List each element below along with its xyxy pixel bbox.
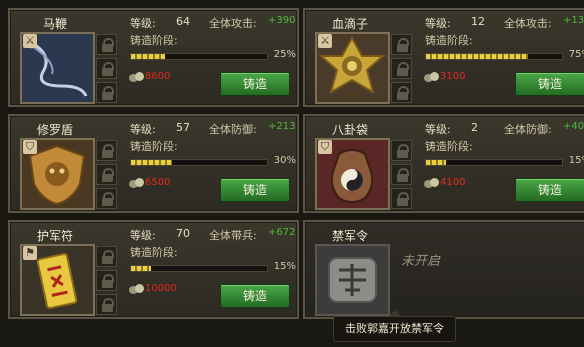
unlock-hint-tooltip: 击败郭嘉开放禁军令	[333, 310, 456, 342]
item-panel-shura-shield: 修罗盾 ⛉ 等级: 57 全体防御: +213 铸造阶段: 30% 6500 铸…	[8, 114, 299, 213]
banner-icon: ⚑	[23, 246, 37, 260]
progress-percent: 25%	[273, 49, 296, 60]
forge-progress-bar	[425, 159, 563, 166]
lock-icon	[391, 82, 412, 103]
lock-icon	[96, 164, 117, 185]
progress-fill	[426, 160, 447, 165]
stat-value: +672	[268, 227, 296, 238]
silver-coin-icon	[129, 72, 144, 83]
progress-percent: 15%	[568, 155, 584, 166]
lock-icon	[391, 34, 412, 55]
stat-value: +213	[268, 121, 296, 132]
item-panel-imperial-token-locked: 禁军令 未开启	[303, 220, 584, 319]
forge-cost: 8600	[145, 71, 171, 82]
forge-cost: 6500	[145, 177, 171, 188]
lock-icon	[96, 82, 117, 103]
forge-button[interactable]: 铸造	[220, 72, 290, 96]
stat-value: +130	[563, 15, 584, 26]
forge-progress-bar	[130, 53, 268, 60]
level-value: 70	[176, 227, 190, 240]
level-label: 等级:	[130, 229, 156, 242]
stat-label: 全体带兵:	[209, 229, 257, 242]
progress-percent: 30%	[273, 155, 296, 166]
level-label: 等级:	[425, 123, 451, 136]
progress-fill	[131, 54, 165, 59]
imperial-token-item-image[interactable]	[315, 244, 390, 316]
stat-value: +40	[563, 121, 584, 132]
forge-cost: 3100	[440, 71, 466, 82]
not-unlocked-text: 未开启	[401, 254, 441, 269]
forge-button[interactable]: 铸造	[515, 178, 584, 202]
lock-icon	[96, 246, 117, 267]
stage-label: 铸造阶段:	[130, 34, 178, 47]
silver-coin-icon	[129, 284, 144, 295]
lock-icon	[391, 164, 412, 185]
item-panel-blood-drop: 血滴子 ⚔ 等级: 12 全体攻击: +130 铸造阶段: 75% 3100 铸…	[303, 8, 584, 107]
item-name: 血滴子	[331, 17, 368, 31]
stat-value: +390	[268, 15, 296, 26]
level-value: 64	[176, 15, 190, 28]
level-label: 等级:	[425, 17, 451, 30]
level-value: 2	[471, 121, 478, 134]
forge-button[interactable]: 铸造	[220, 178, 290, 202]
stat-label: 全体防御:	[209, 123, 257, 136]
stat-label: 全体攻击:	[504, 17, 552, 30]
lock-icon	[96, 34, 117, 55]
sword-icon: ⚔	[23, 34, 37, 48]
lock-icon	[391, 188, 412, 209]
forge-cost: 10000	[145, 283, 177, 294]
progress-fill	[131, 160, 172, 165]
lock-icon	[391, 140, 412, 161]
sword-icon: ⚔	[318, 34, 332, 48]
stage-label: 铸造阶段:	[425, 34, 473, 47]
progress-fill	[131, 266, 152, 271]
progress-percent: 75%	[568, 49, 584, 60]
forge-progress-bar	[130, 159, 268, 166]
level-value: 12	[471, 15, 485, 28]
item-name: 护军符	[36, 229, 73, 243]
item-name: 马鞭	[42, 17, 67, 31]
item-panel-whip: 马鞭 ⚔ 等级: 64 全体攻击: +390 铸造阶段: 25% 8600 铸造	[8, 8, 299, 107]
lock-icon	[96, 188, 117, 209]
shield-icon: ⛉	[23, 140, 37, 154]
progress-fill	[426, 54, 528, 59]
shield-icon: ⛉	[318, 140, 332, 154]
lock-icon	[391, 58, 412, 79]
forge-button[interactable]: 铸造	[515, 72, 584, 96]
lock-icon	[96, 294, 117, 315]
item-name: 八卦袋	[331, 123, 368, 137]
silver-coin-icon	[424, 72, 439, 83]
lock-icon	[96, 140, 117, 161]
level-value: 57	[176, 121, 190, 134]
item-panel-army-talisman: 护军符 ⚑ 等级: 70 全体带兵: +672 铸造阶段: 15% 10000 …	[8, 220, 299, 319]
level-label: 等级:	[130, 123, 156, 136]
lock-icon	[96, 58, 117, 79]
forge-progress-bar	[425, 53, 563, 60]
stat-label: 全体攻击:	[209, 17, 257, 30]
forge-button[interactable]: 铸造	[220, 284, 290, 308]
stat-label: 全体防御:	[504, 123, 552, 136]
level-label: 等级:	[130, 17, 156, 30]
item-name: 禁军令	[331, 229, 368, 243]
progress-percent: 15%	[273, 261, 296, 272]
silver-coin-icon	[129, 178, 144, 189]
stage-label: 铸造阶段:	[130, 246, 178, 259]
silver-coin-icon	[424, 178, 439, 189]
item-panel-bagua-bag: 八卦袋 ⛉ 等级: 2 全体防御: +40 铸造阶段: 15% 4100 铸造	[303, 114, 584, 213]
stage-label: 铸造阶段:	[425, 140, 473, 153]
lock-icon	[96, 270, 117, 291]
forge-progress-bar	[130, 265, 268, 272]
item-name: 修罗盾	[36, 123, 73, 137]
forge-cost: 4100	[440, 177, 466, 188]
stage-label: 铸造阶段:	[130, 140, 178, 153]
